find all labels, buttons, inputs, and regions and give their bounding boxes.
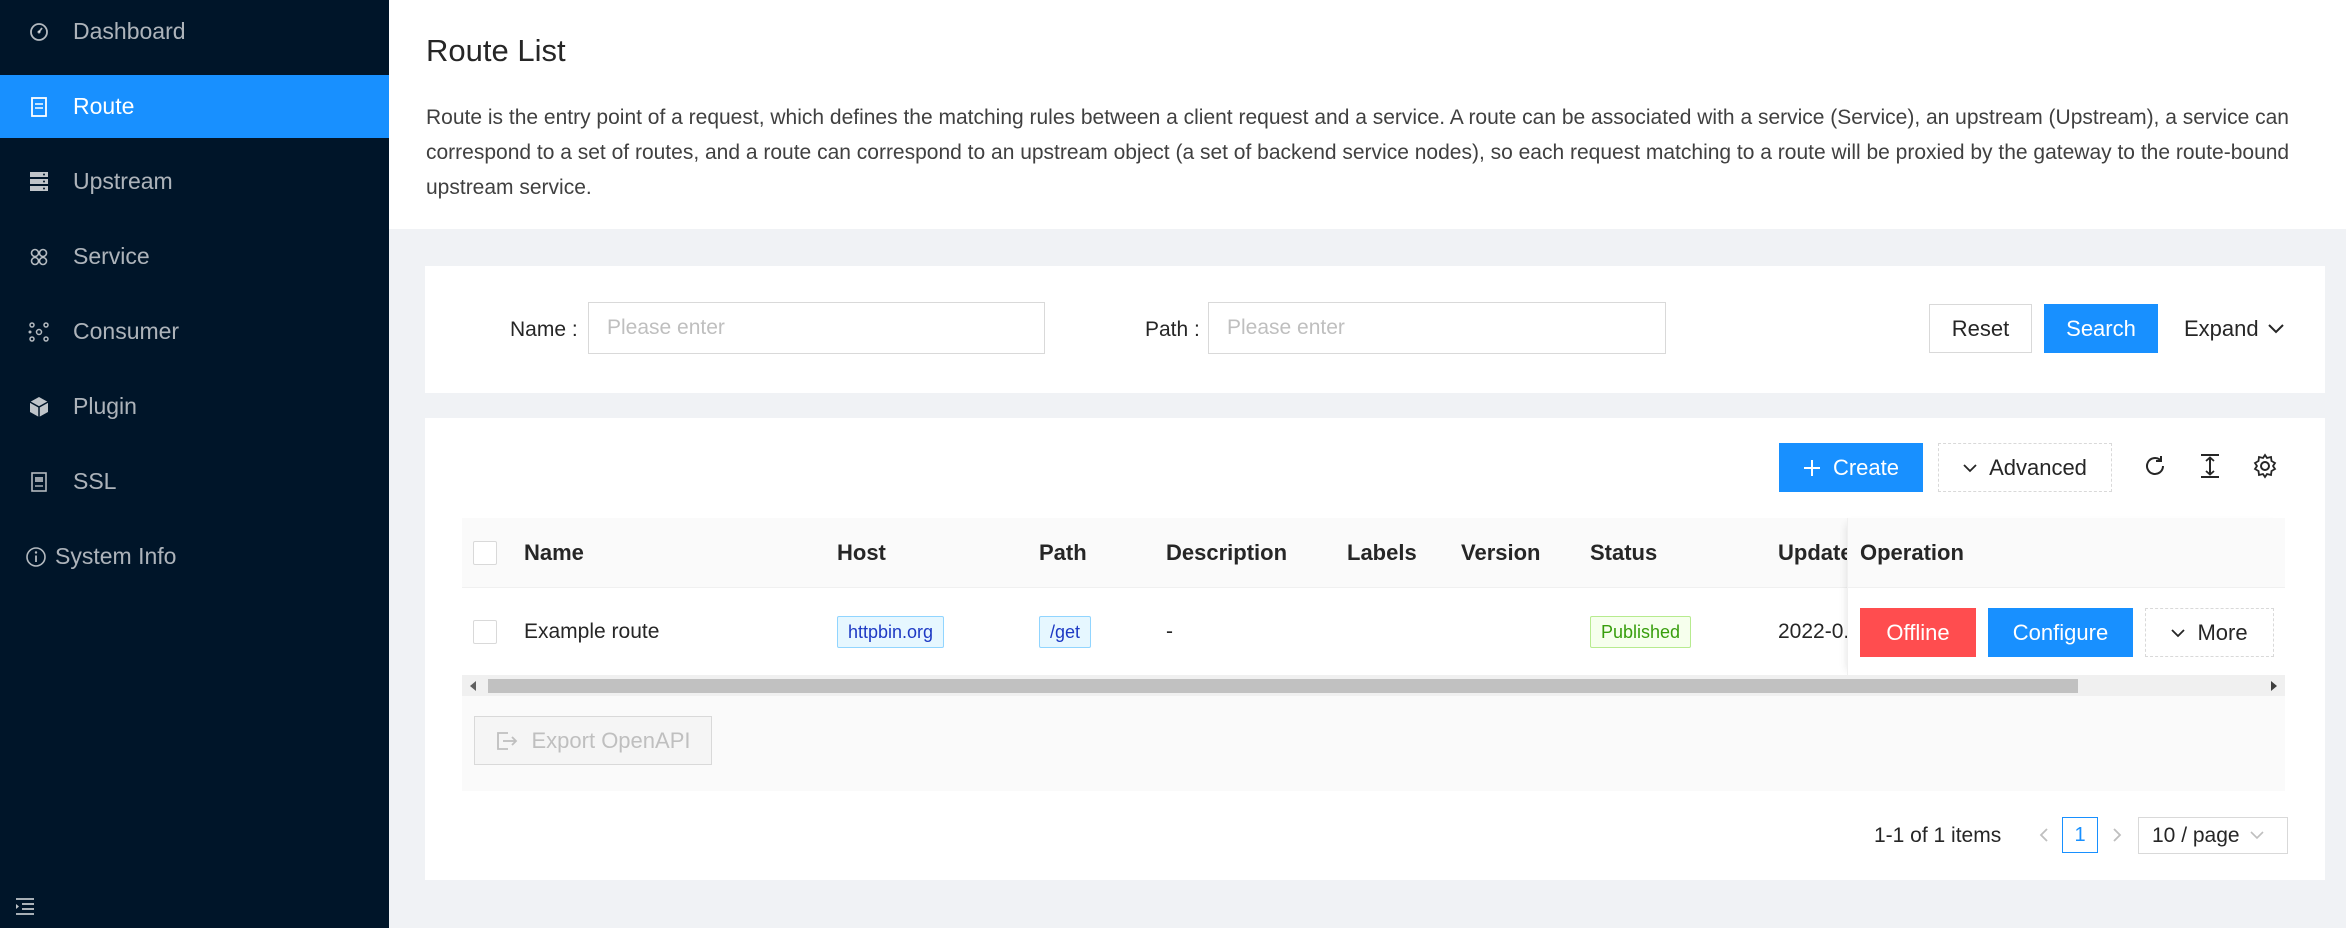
status-badge: Published <box>1590 616 1692 648</box>
scrollbar-thumb[interactable] <box>488 679 2078 693</box>
sidebar-item-route[interactable]: Route <box>0 75 389 138</box>
advanced-label: Advanced <box>1989 454 2087 480</box>
setting-icon[interactable] <box>2251 452 2279 480</box>
column-header-update[interactable]: Update <box>1778 518 1847 588</box>
row-checkbox[interactable] <box>473 620 497 644</box>
sidebar-item-label: Plugin <box>73 393 137 419</box>
page-title: Route List <box>426 33 566 68</box>
search-button[interactable]: Search <box>2044 304 2158 353</box>
sidebar-item-label: Dashboard <box>73 18 186 44</box>
column-header-name[interactable]: Name <box>524 518 584 588</box>
export-openapi-button[interactable]: Export OpenAPI <box>474 716 712 765</box>
sidebar-item-upstream[interactable]: Upstream <box>0 150 389 213</box>
search-form: Name : Please enter Path : Please enter … <box>425 266 2325 393</box>
sidebar-item-label: Upstream <box>73 168 173 194</box>
reset-button[interactable]: Reset <box>1929 304 2032 353</box>
cube-icon <box>27 395 51 419</box>
file-icon <box>27 95 51 119</box>
page-header: Route List Route is the entry point of a… <box>389 0 2346 229</box>
page-description: Route is the entry point of a request, w… <box>426 106 2290 199</box>
menu-fold-icon[interactable] <box>14 896 38 918</box>
column-header-clip: Status Update <box>1588 518 1847 588</box>
column-header-version[interactable]: Version <box>1461 518 1540 588</box>
path-input[interactable]: Please enter <box>1208 302 1666 354</box>
status-cell: Published <box>1590 588 1692 676</box>
page-1-button[interactable]: 1 <box>2062 817 2098 853</box>
column-header-status[interactable]: Status <box>1590 518 1657 588</box>
sidebar-item-consumer[interactable]: Consumer <box>0 300 389 363</box>
sidebar-item-dashboard[interactable]: Dashboard <box>0 0 389 63</box>
column-header-labels[interactable]: Labels <box>1347 518 1417 588</box>
sidebar-item-ssl[interactable]: SSL <box>0 450 389 513</box>
advanced-button[interactable]: Advanced <box>1938 443 2112 492</box>
database-icon <box>27 170 51 194</box>
create-button[interactable]: Create <box>1779 443 1923 492</box>
path-tag: /get <box>1039 616 1092 648</box>
expand-button[interactable]: Expand <box>2184 316 2285 342</box>
sidebar-item-service[interactable]: Service <box>0 225 389 288</box>
cluster-icon <box>27 320 51 344</box>
expand-label: Expand <box>2184 316 2259 341</box>
column-header-path[interactable]: Path <box>1039 518 1087 588</box>
page-size-value: 10 / page <box>2152 823 2240 847</box>
host-tag: httpbin.org <box>837 616 945 648</box>
select-all-checkbox[interactable] <box>473 541 497 565</box>
sidebar-item-label: SSL <box>73 468 117 494</box>
export-icon <box>496 731 518 751</box>
name-label: Name : <box>510 318 578 341</box>
host-cell: httpbin.org <box>837 588 945 676</box>
name-input[interactable]: Please enter <box>588 302 1045 354</box>
plus-icon <box>1803 459 1821 477</box>
chevron-down-icon <box>1963 463 1977 473</box>
appstore-icon <box>27 245 51 269</box>
horizontal-scrollbar[interactable] <box>462 676 2285 696</box>
create-label: Create <box>1832 454 1900 480</box>
column-header-host[interactable]: Host <box>837 518 886 588</box>
column-height-icon[interactable] <box>2196 452 2224 480</box>
info-circle-icon <box>24 545 48 569</box>
sidebar-item-label: Consumer <box>73 318 180 344</box>
table-footer: Export OpenAPI <box>462 696 2285 791</box>
next-page-icon[interactable] <box>2099 817 2135 853</box>
sidebar-item-label: Service <box>73 243 150 269</box>
column-header-description[interactable]: Description <box>1166 518 1287 588</box>
prev-page-icon[interactable] <box>2026 817 2062 853</box>
scroll-left-icon[interactable] <box>466 679 480 693</box>
reload-icon[interactable] <box>2141 452 2169 480</box>
export-label: Export OpenAPI <box>531 727 691 753</box>
pagination-total: 1-1 of 1 items <box>1874 824 2002 847</box>
chevron-down-icon <box>2267 323 2285 335</box>
update-time-cell: 2022-0.. <box>1778 620 1847 643</box>
dashboard-icon <box>27 20 51 44</box>
route-name: Example route <box>524 620 660 643</box>
scroll-right-icon[interactable] <box>2267 679 2281 693</box>
page-size-select[interactable]: 10 / page <box>2138 817 2288 854</box>
cert-icon <box>27 470 51 494</box>
sidebar: Dashboard Route Upstream Service Consume… <box>0 0 389 928</box>
route-table-card: Create Advanced Name Host Path Descripti… <box>425 418 2325 880</box>
sidebar-item-label: System Info <box>55 543 177 569</box>
sidebar-item-system-info[interactable]: System Info <box>0 525 389 588</box>
path-label: Path : <box>1145 318 1200 341</box>
row-clip: Published 2022-0.. <box>1588 588 1847 676</box>
sidebar-item-label: Route <box>73 93 135 119</box>
path-cell: /get <box>1039 588 1092 676</box>
description-cell: - <box>1166 620 1173 643</box>
chevron-down-icon <box>2250 831 2264 840</box>
sidebar-item-plugin[interactable]: Plugin <box>0 375 389 438</box>
operation-column-divider <box>1847 518 2285 676</box>
